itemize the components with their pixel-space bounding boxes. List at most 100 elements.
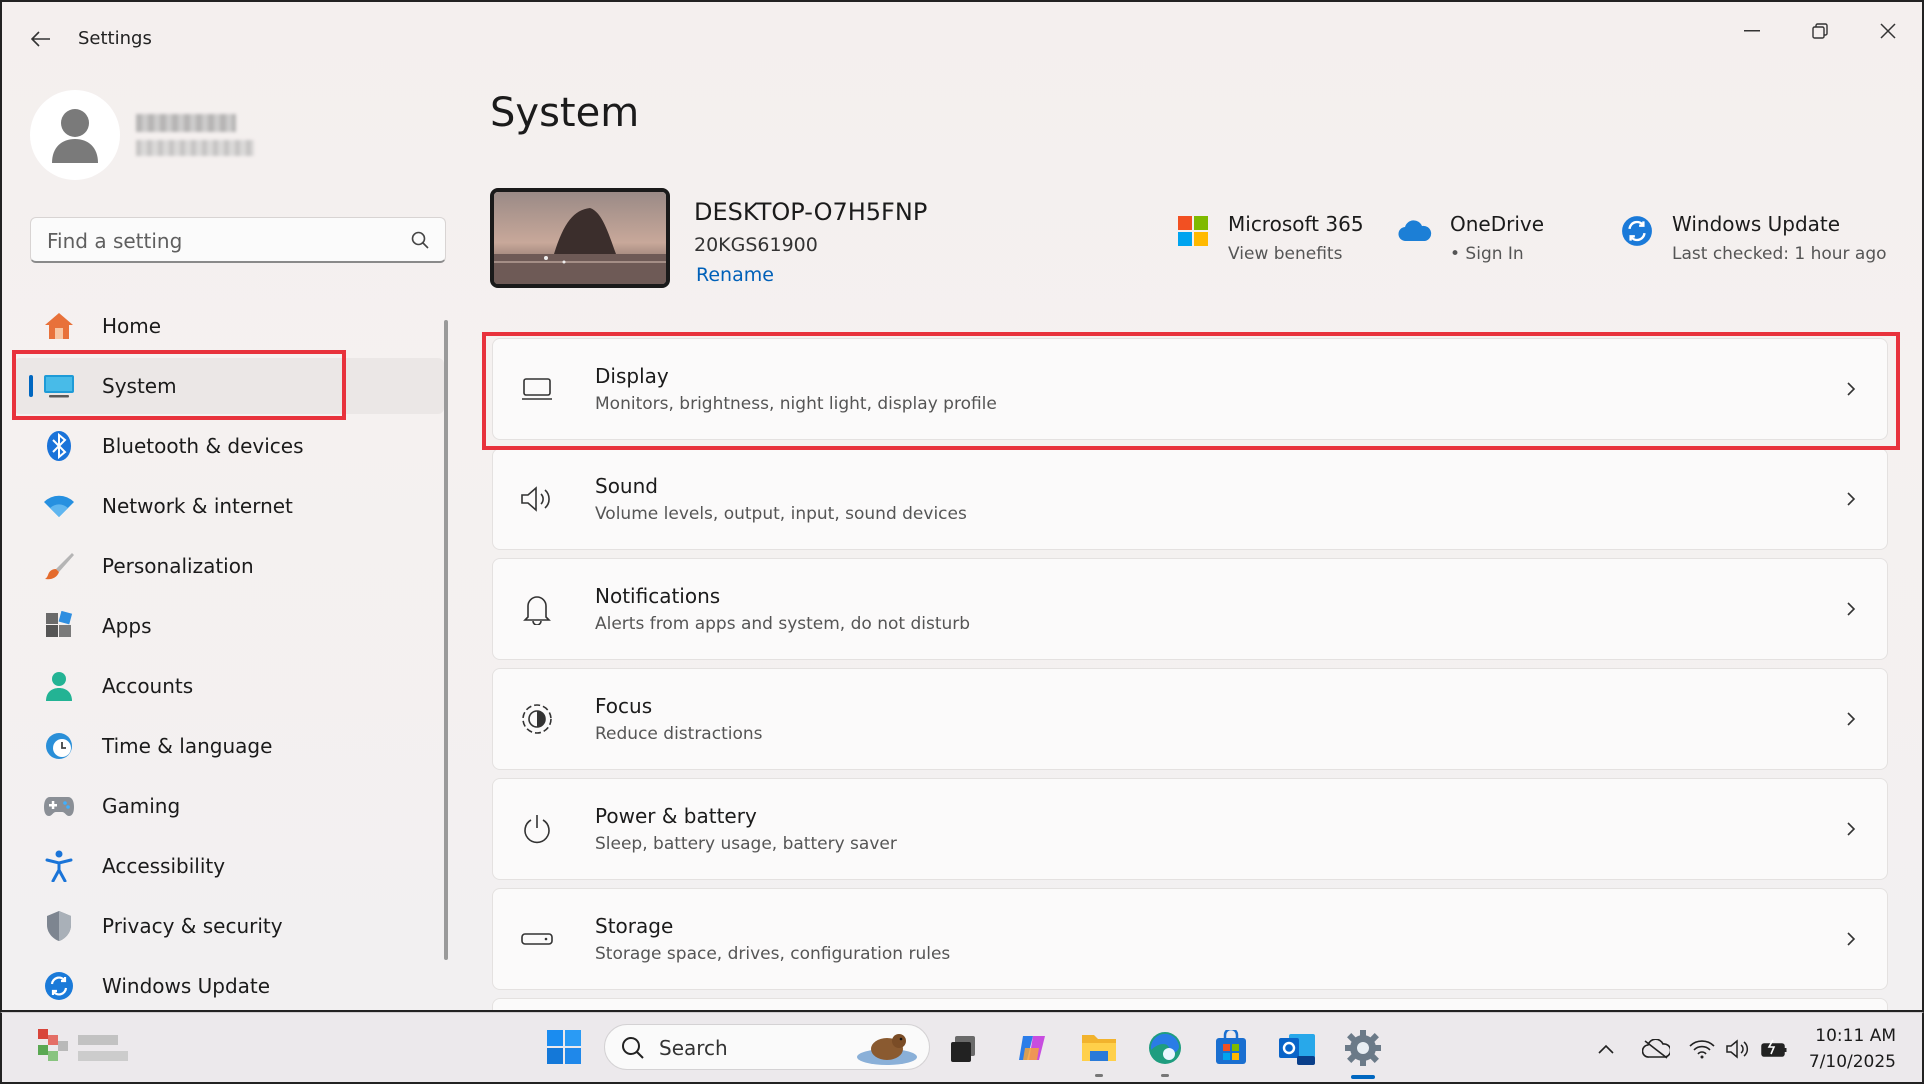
power-icon	[517, 809, 557, 849]
wifi-icon	[42, 489, 76, 523]
clock-globe-icon	[42, 729, 76, 763]
sidebar-item-network[interactable]: Network & internet	[14, 478, 444, 534]
tray-onedrive[interactable]	[1642, 1035, 1670, 1063]
tray-battery[interactable]	[1760, 1035, 1788, 1063]
weather-widget-icon	[38, 1029, 128, 1061]
storage-drive-icon	[517, 919, 557, 959]
card-subtitle: Reduce distractions	[595, 724, 763, 744]
sidebar-item-home[interactable]: Home	[14, 298, 444, 354]
gamepad-icon	[42, 789, 76, 823]
sidebar-item-personalization[interactable]: Personalization	[14, 538, 444, 594]
user-icon	[52, 109, 98, 163]
speaker-icon	[517, 479, 557, 519]
back-button[interactable]	[28, 26, 54, 52]
taskbar-clock[interactable]: 10:11 AM 7/10/2025	[1809, 1023, 1896, 1075]
card-notifications[interactable]: Notifications Alerts from apps and syste…	[492, 558, 1888, 660]
volume-icon	[1726, 1039, 1749, 1059]
sidebar-item-label: Privacy & security	[102, 914, 283, 938]
taskbar-microsoft-store[interactable]	[1210, 1027, 1252, 1069]
tile-subtitle: Last checked: 1 hour ago	[1672, 244, 1887, 264]
sidebar-item-apps[interactable]: Apps	[14, 598, 444, 654]
taskbar-task-view[interactable]	[942, 1027, 984, 1069]
card-title: Storage	[595, 914, 674, 938]
taskbar-outlook-new[interactable]	[1276, 1027, 1318, 1069]
onedrive-cloud-icon	[1396, 212, 1434, 250]
microsoft-365-icon	[1174, 212, 1212, 250]
edge-icon	[1149, 1032, 1181, 1064]
card-subtitle: Volume levels, output, input, sound devi…	[595, 504, 967, 524]
find-setting-input[interactable]	[45, 226, 399, 256]
card-subtitle: Alerts from apps and system, do not dist…	[595, 614, 971, 634]
sidebar-item-accounts[interactable]: Accounts	[14, 658, 444, 714]
microsoft-store-icon	[1216, 1030, 1246, 1064]
card-subtitle: Sleep, battery usage, battery saver	[595, 834, 897, 854]
minimize-button[interactable]	[1730, 16, 1774, 46]
card-sound[interactable]: Sound Volume levels, output, input, soun…	[492, 448, 1888, 550]
card-power-battery[interactable]: Power & battery Sleep, battery usage, ba…	[492, 778, 1888, 880]
sidebar-item-label: Personalization	[102, 554, 254, 578]
taskbar-search[interactable]: Search	[604, 1024, 930, 1070]
wallpaper-image	[494, 192, 666, 284]
onedrive-offline-icon	[1642, 1039, 1670, 1059]
card-title: Notifications	[595, 584, 721, 608]
avatar[interactable]	[30, 90, 120, 180]
wifi-icon	[1689, 1040, 1715, 1059]
active-app-indicator	[1351, 1075, 1375, 1079]
windows-logo-icon	[547, 1030, 581, 1064]
tray-overflow-button[interactable]	[1592, 1035, 1620, 1063]
device-name: DESKTOP-O7H5FNP	[694, 198, 928, 226]
rename-link[interactable]: Rename	[696, 264, 774, 286]
weather-widget[interactable]	[34, 1021, 138, 1073]
taskbar-file-explorer[interactable]	[1078, 1027, 1120, 1077]
sidebar-item-label: Accounts	[102, 674, 194, 698]
find-setting-search[interactable]	[30, 217, 446, 263]
sidebar-item-gaming[interactable]: Gaming	[14, 778, 444, 834]
sidebar-item-accessibility[interactable]: Accessibility	[14, 838, 444, 894]
outlook-new-icon	[1279, 1034, 1315, 1065]
sidebar-scrollbar[interactable]	[444, 320, 448, 960]
sidebar-item-label: Network & internet	[102, 494, 293, 518]
tile-subtitle: • Sign In	[1450, 244, 1524, 264]
update-icon	[42, 969, 76, 1003]
search-icon	[622, 1037, 644, 1059]
redacted-account-type	[136, 140, 254, 156]
focus-icon	[517, 699, 557, 739]
taskbar-edge[interactable]	[1144, 1027, 1186, 1077]
card-focus[interactable]: Focus Reduce distractions	[492, 668, 1888, 770]
sidebar-item-windows-update[interactable]: Windows Update	[14, 958, 444, 1010]
sidebar-item-privacy[interactable]: Privacy & security	[14, 898, 444, 954]
apps-icon	[42, 609, 76, 643]
sidebar-item-label: Bluetooth & devices	[102, 434, 304, 458]
running-indicator	[1095, 1074, 1103, 1077]
tile-microsoft-365[interactable]: Microsoft 365 View benefits	[1174, 212, 1364, 264]
device-wallpaper-thumbnail[interactable]	[490, 188, 670, 288]
tile-windows-update[interactable]: Windows Update Last checked: 1 hour ago	[1618, 212, 1887, 264]
taskbar-search-label: Search	[659, 1036, 728, 1060]
sidebar-item-bluetooth[interactable]: Bluetooth & devices	[14, 418, 444, 474]
card-subtitle: Storage space, drives, configuration rul…	[595, 944, 951, 964]
close-button[interactable]	[1866, 16, 1910, 46]
sidebar-item-label: Time & language	[102, 734, 273, 758]
tile-title: OneDrive	[1450, 212, 1545, 236]
card-partial-next[interactable]	[492, 998, 1888, 1010]
highlight-box-display	[482, 332, 1900, 450]
card-title: Sound	[595, 474, 658, 498]
device-model: 20KGS61900	[694, 234, 818, 256]
tile-onedrive[interactable]: OneDrive • Sign In	[1396, 212, 1544, 264]
bluetooth-icon	[42, 429, 76, 463]
clock-date: 7/10/2025	[1808, 1052, 1896, 1072]
taskbar-settings[interactable]	[1342, 1027, 1384, 1079]
card-title: Focus	[595, 694, 653, 718]
chevron-up-icon	[1598, 1044, 1614, 1054]
sidebar-item-time-language[interactable]: Time & language	[14, 718, 444, 774]
card-storage[interactable]: Storage Storage space, drives, configura…	[492, 888, 1888, 990]
taskbar-copilot[interactable]	[1012, 1027, 1054, 1069]
tile-subtitle: View benefits	[1228, 244, 1343, 264]
search-icon	[411, 231, 429, 249]
sidebar-item-label: Apps	[102, 614, 152, 638]
restore-button[interactable]	[1798, 16, 1842, 46]
start-button[interactable]	[546, 1029, 582, 1065]
tray-network[interactable]	[1688, 1035, 1716, 1063]
copilot-icon	[1019, 1036, 1045, 1060]
tray-volume[interactable]	[1724, 1035, 1752, 1063]
